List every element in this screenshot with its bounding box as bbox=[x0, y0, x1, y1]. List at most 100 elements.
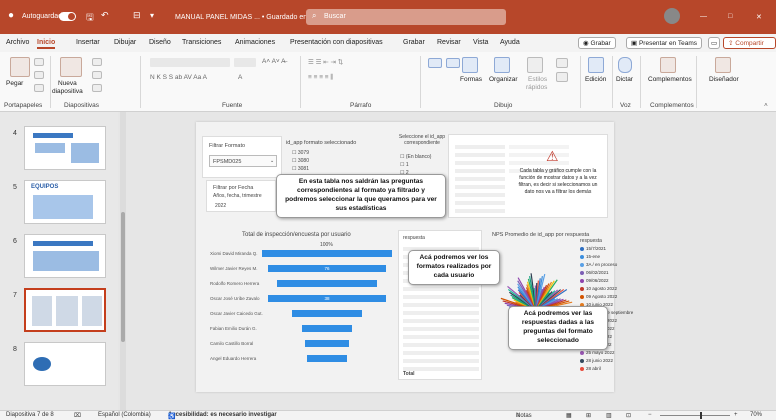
align-icons[interactable]: ≡ ≡ ≡ ≡ ⫼ bbox=[308, 74, 333, 82]
shape-outline-icon[interactable] bbox=[556, 72, 568, 82]
dictate-button[interactable]: Dictar bbox=[616, 76, 633, 83]
slideshow-from-start-icon[interactable]: ⊟ bbox=[133, 10, 141, 21]
editing-button[interactable]: Edición bbox=[585, 76, 606, 83]
zoom-in-button[interactable]: + bbox=[734, 412, 738, 418]
tab-grabar[interactable]: Grabar bbox=[403, 39, 425, 46]
present-in-teams-button[interactable]: ▣ Presentar en Teams bbox=[626, 37, 703, 49]
slide-thumbnail-8[interactable] bbox=[24, 342, 106, 386]
tab-transiciones[interactable]: Transiciones bbox=[182, 39, 221, 46]
language-indicator[interactable]: Español (Colombia) bbox=[98, 412, 151, 418]
funnel-bar[interactable]: 76 bbox=[268, 265, 386, 272]
normal-view-icon[interactable]: ▦ bbox=[566, 412, 572, 419]
font-color-icon[interactable]: A bbox=[238, 74, 242, 81]
reading-view-icon[interactable]: ▥ bbox=[606, 412, 612, 419]
tab-presentacion[interactable]: Presentación con diapositivas bbox=[290, 39, 383, 46]
layout-icon[interactable] bbox=[92, 58, 102, 66]
arrange-icon[interactable] bbox=[494, 57, 510, 73]
minimize-button[interactable]: — bbox=[700, 13, 707, 20]
list-icons[interactable]: ☰ ☰ ⇤ ⇥ ⇅ bbox=[308, 58, 343, 66]
addins-icon[interactable] bbox=[660, 57, 676, 73]
section-icon[interactable] bbox=[92, 84, 102, 92]
tab-inicio[interactable]: Inicio bbox=[37, 39, 56, 49]
zoom-slider-thumb[interactable] bbox=[700, 412, 702, 419]
font-size-select[interactable] bbox=[234, 58, 256, 67]
legend-item[interactable]: 06/02/2021 bbox=[580, 270, 609, 275]
funnel-bar[interactable] bbox=[305, 340, 349, 347]
tab-vista[interactable]: Vista bbox=[473, 39, 488, 46]
new-slide-label[interactable]: Nueva bbox=[58, 80, 77, 87]
format-filter-card[interactable]: Filtrar Formato FPSMD025 ⌄ bbox=[202, 136, 282, 178]
accessibility-status[interactable]: ♿ Accesibilidad: es necesario investigar bbox=[168, 412, 277, 420]
grow-font-icon[interactable]: A˄ A˅ A̶ bbox=[262, 58, 286, 65]
legend-item[interactable]: 28 abril bbox=[580, 366, 601, 371]
customize-toolbar-icon[interactable]: ▾ bbox=[150, 11, 154, 20]
legend-item[interactable]: 15/7/2021 bbox=[580, 246, 606, 251]
date-year[interactable]: 2022 bbox=[215, 203, 226, 209]
select-item[interactable]: ☐ 1 bbox=[400, 162, 409, 168]
tab-dibujar[interactable]: Dibujar bbox=[114, 39, 136, 46]
spellcheck-icon[interactable]: ⌧ bbox=[74, 412, 81, 419]
editing-icon[interactable] bbox=[588, 57, 604, 73]
zoom-out-button[interactable]: − bbox=[648, 412, 652, 418]
reset-icon[interactable] bbox=[92, 71, 102, 79]
zoom-slider[interactable] bbox=[660, 415, 730, 416]
account-avatar[interactable] bbox=[664, 8, 680, 24]
autosave-toggle[interactable] bbox=[59, 12, 76, 21]
collapse-ribbon-icon[interactable]: ˄ bbox=[764, 102, 768, 109]
quick-styles-button[interactable]: Estilos bbox=[528, 76, 547, 83]
zoom-level[interactable]: 70% bbox=[750, 412, 762, 418]
addins-button[interactable]: Complementos bbox=[648, 76, 692, 83]
idapp-item[interactable]: ☐ 3080 bbox=[292, 158, 309, 164]
legend-item[interactable]: 3A / en proceso bbox=[580, 262, 617, 267]
funnel-bar[interactable] bbox=[292, 310, 362, 317]
slide-thumbnail-6[interactable] bbox=[24, 234, 106, 278]
select-item[interactable]: ☐ (En blanco) bbox=[400, 154, 431, 160]
slide-thumbnail-5[interactable]: EQUIPOS bbox=[24, 180, 106, 224]
close-button[interactable]: ✕ bbox=[756, 13, 762, 21]
tab-diseno[interactable]: Diseño bbox=[149, 39, 171, 46]
text-direction-icon[interactable] bbox=[428, 58, 442, 68]
funnel-bar[interactable] bbox=[277, 280, 377, 287]
legend-item[interactable]: 28 junio 2022 bbox=[580, 358, 613, 363]
font-family-select[interactable] bbox=[150, 58, 230, 67]
new-slide-icon[interactable] bbox=[60, 57, 82, 77]
funnel-chart[interactable]: Total de inspección/encuesta por usuario… bbox=[202, 230, 392, 380]
shape-fill-icon[interactable] bbox=[556, 58, 568, 68]
paste-button[interactable]: Pegar bbox=[6, 80, 23, 87]
grabar-button[interactable]: ◉ Grabar bbox=[578, 37, 616, 49]
slide-canvas[interactable]: Filtrar Formato FPSMD025 ⌄ Filtrar por F… bbox=[196, 122, 633, 392]
legend-item[interactable]: 09 Agosto 2022 bbox=[580, 294, 617, 299]
date-filter-card[interactable]: Filtrar por Fecha Años, fecha, trimestre… bbox=[206, 180, 276, 212]
legend-item[interactable]: 09/06/2022 bbox=[580, 278, 609, 283]
slideshow-icon[interactable]: ⊡ bbox=[626, 412, 631, 419]
paste-icon[interactable] bbox=[10, 57, 30, 77]
idapp-item[interactable]: ☐ 3079 bbox=[292, 150, 309, 156]
shapes-button[interactable]: Formas bbox=[460, 76, 482, 83]
undo-icon[interactable]: ↶ bbox=[101, 10, 109, 21]
save-icon[interactable]: 🖫 bbox=[86, 10, 94, 26]
slide-sorter-icon[interactable]: ⊞ bbox=[586, 412, 591, 419]
legend-item[interactable]: 25 mayo 2022 bbox=[580, 350, 615, 355]
tab-revisar[interactable]: Revisar bbox=[437, 39, 461, 46]
quick-styles-icon[interactable] bbox=[527, 57, 543, 73]
font-format-icons[interactable]: N K S S ab AV Aa A bbox=[150, 74, 207, 81]
funnel-bar[interactable] bbox=[302, 325, 352, 332]
shapes-icon[interactable] bbox=[462, 57, 478, 73]
format-painter-icon[interactable] bbox=[34, 84, 44, 92]
funnel-bar[interactable]: 38 bbox=[268, 295, 386, 302]
tab-ayuda[interactable]: Ayuda bbox=[500, 39, 520, 46]
comments-button[interactable]: ▭ bbox=[708, 37, 720, 49]
nps-chart[interactable]: NPS Promedio de id_app por respuesta res… bbox=[488, 230, 633, 380]
slide-thumbnail-7-selected[interactable] bbox=[24, 288, 106, 332]
microphone-icon[interactable] bbox=[618, 57, 632, 73]
idapp-item[interactable]: ☐ 3081 bbox=[292, 166, 309, 172]
legend-item[interactable]: 15-ene bbox=[580, 254, 600, 259]
arrange-button[interactable]: Organizar bbox=[489, 76, 518, 83]
tab-archivo[interactable]: Archivo bbox=[6, 39, 29, 46]
new-slide-label-2[interactable]: diapositiva bbox=[52, 88, 83, 95]
maximize-button[interactable]: □ bbox=[728, 13, 732, 20]
align-text-icon[interactable] bbox=[446, 58, 460, 68]
designer-icon[interactable] bbox=[715, 57, 731, 73]
legend-item[interactable]: 10 agosto 2022 bbox=[580, 286, 617, 291]
funnel-bar[interactable] bbox=[262, 250, 392, 257]
